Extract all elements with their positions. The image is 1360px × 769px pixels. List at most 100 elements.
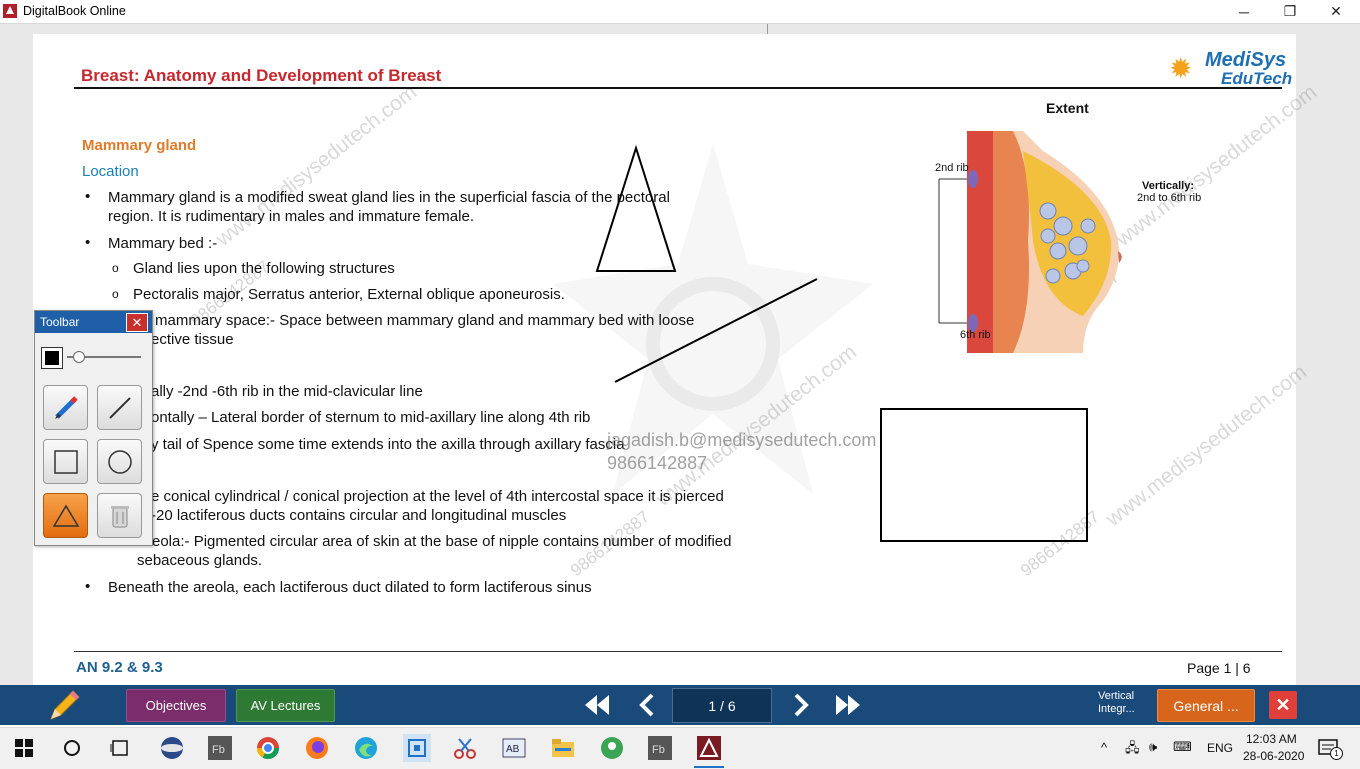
bullet: • [85, 234, 91, 251]
first-page-icon[interactable] [583, 693, 611, 722]
text-line: ally -2nd -6th rib in the mid-clavicular… [151, 383, 423, 400]
footer-code: AN 9.2 & 9.3 [76, 659, 163, 676]
color-picker[interactable] [41, 347, 63, 369]
keyboard-icon[interactable]: ⌨ [1173, 739, 1192, 755]
digitalbook-app-icon[interactable] [697, 736, 721, 760]
edge-icon[interactable] [354, 736, 378, 760]
spellcheck-ab-icon[interactable]: AB [502, 736, 526, 760]
drawn-rectangle[interactable] [880, 408, 1088, 542]
start-windows-icon[interactable] [12, 736, 36, 760]
navigation-bar: Objectives AV Lectures 1 / 6 Vertical In… [0, 685, 1360, 725]
objectives-button[interactable]: Objectives [126, 689, 226, 722]
watermark-site: www.medisysedutech.com [211, 80, 421, 251]
bullet: • [85, 578, 91, 595]
bullet: • [85, 188, 91, 205]
maps-pin-icon[interactable] [600, 736, 624, 760]
watermark-phone-flat: 9866142887 [607, 453, 708, 473]
firefox-icon[interactable] [305, 736, 329, 760]
svg-text:Fb: Fb [212, 744, 225, 756]
clear-tool-button[interactable] [97, 493, 142, 538]
minimize-button[interactable]: ─ [1221, 0, 1267, 23]
breast-anatomy-illustration [938, 131, 1122, 353]
search-circle-icon[interactable] [60, 736, 84, 760]
slider-knob[interactable] [73, 351, 85, 363]
vertical-integration-link[interactable]: Vertical Integr... [1098, 690, 1135, 716]
page-indicator[interactable]: 1 / 6 [672, 688, 772, 723]
flash-builder-icon[interactable]: Fb [208, 736, 232, 760]
clock-time[interactable]: 12:03 AM [1246, 732, 1297, 746]
language-indicator[interactable]: ENG [1207, 741, 1233, 755]
chrome-icon[interactable] [256, 736, 280, 760]
text-line: ective tissue [151, 331, 234, 348]
line-icon [108, 396, 131, 419]
window-title: DigitalBook Online [23, 4, 126, 18]
watermark-email: jagadish.b@medisysedutech.com [607, 430, 877, 450]
flash-builder-icon-2[interactable]: Fb [648, 736, 672, 760]
windows-taskbar: Fb AB Fb ^ 🖧 🕪 ⌨ ENG 12:03 AM 28-06-2020… [0, 727, 1360, 769]
maximize-button[interactable]: ❐ [1267, 0, 1313, 23]
document-title: Breast: Anatomy and Development of Breas… [81, 66, 442, 85]
document-page: www.medisysedutech.com www.medisysedutec… [33, 34, 1321, 685]
notification-icon[interactable]: 1 [1318, 738, 1343, 765]
close-window-button[interactable]: ✕ [1313, 0, 1359, 23]
svg-text:AB: AB [506, 744, 520, 755]
drawn-triangle[interactable] [595, 144, 677, 272]
previous-page-icon[interactable] [636, 692, 658, 723]
annotation-layer [595, 144, 818, 383]
pen-icon [54, 395, 78, 419]
next-page-icon[interactable] [790, 692, 812, 723]
rectangle-icon [53, 449, 78, 474]
triangle-icon [52, 504, 79, 527]
footer-rule [74, 651, 1282, 652]
av-lectures-button[interactable]: AV Lectures [236, 689, 335, 722]
circle-tool-button[interactable] [97, 439, 142, 484]
svg-text:Fb: Fb [652, 744, 665, 756]
heading-location: Location [82, 163, 139, 180]
file-explorer-icon[interactable] [551, 736, 575, 760]
drawn-line[interactable] [614, 278, 818, 383]
task-view-icon[interactable] [108, 736, 132, 760]
toolbar-titlebar[interactable]: Toolbar ✕ [35, 311, 152, 333]
app-icon [3, 4, 17, 18]
text-line: y tail of Spence some time extends into … [151, 436, 625, 453]
text-line: region. It is rudimentary in males and i… [108, 208, 474, 225]
pencil-icon[interactable] [45, 687, 81, 728]
pen-tool-button[interactable] [43, 385, 88, 430]
volume-icon[interactable]: 🕪 [1149, 739, 1157, 755]
tray-chevron-icon[interactable]: ^ [1101, 740, 1107, 755]
sun-logo-icon: ✹ [1169, 53, 1193, 84]
title-rule [74, 87, 1282, 89]
last-page-icon[interactable] [834, 693, 862, 722]
toolbar-close-button[interactable]: ✕ [126, 313, 148, 332]
general-button[interactable]: General ... [1157, 689, 1255, 722]
trash-icon [110, 505, 129, 527]
text-line: Mammary bed :- [108, 235, 218, 252]
network-icon[interactable]: 🖧 [1125, 739, 1140, 761]
text-line: Mammary gland is a modified sweat gland … [108, 189, 670, 206]
page-number: Page 1 | 6 [1187, 660, 1251, 676]
medisys-logo: ✹ MediSys EduTech [1165, 49, 1292, 89]
drawing-toolbar: Toolbar ✕ [34, 310, 153, 546]
notification-count: 1 [1330, 747, 1343, 760]
circle-icon [107, 449, 132, 474]
text-line: Gland lies upon the following structures [133, 260, 395, 277]
selected-color-swatch [45, 351, 59, 365]
text-line: Areola:- Pigmented circular area of skin… [137, 533, 732, 550]
line-tool-button[interactable] [97, 385, 142, 430]
snip-tool-icon[interactable] [403, 734, 431, 762]
snipping-scissors-icon[interactable] [453, 736, 477, 760]
browser-globe-icon[interactable] [160, 736, 184, 760]
vertical-link-line2: Integr... [1098, 703, 1135, 715]
vertical-label: Vertically: [1142, 180, 1194, 192]
rectangle-tool-button[interactable] [43, 439, 88, 484]
clock-date[interactable]: 28-06-2020 [1243, 749, 1304, 763]
text-line: Beneath the areola, each lactiferous duc… [108, 579, 592, 596]
close-book-button[interactable]: ✕ [1269, 691, 1297, 719]
rib6-label: 6th rib [960, 329, 991, 341]
text-line: ontally – Lateral border of sternum to m… [151, 409, 591, 426]
sub-bullet: o [112, 261, 119, 275]
triangle-tool-button[interactable] [43, 493, 88, 538]
watermark-site: www.medisysedutech.com [1101, 360, 1311, 531]
vertical-value: 2nd to 6th rib [1137, 192, 1202, 204]
heading-mammary-gland: Mammary gland [82, 137, 197, 154]
